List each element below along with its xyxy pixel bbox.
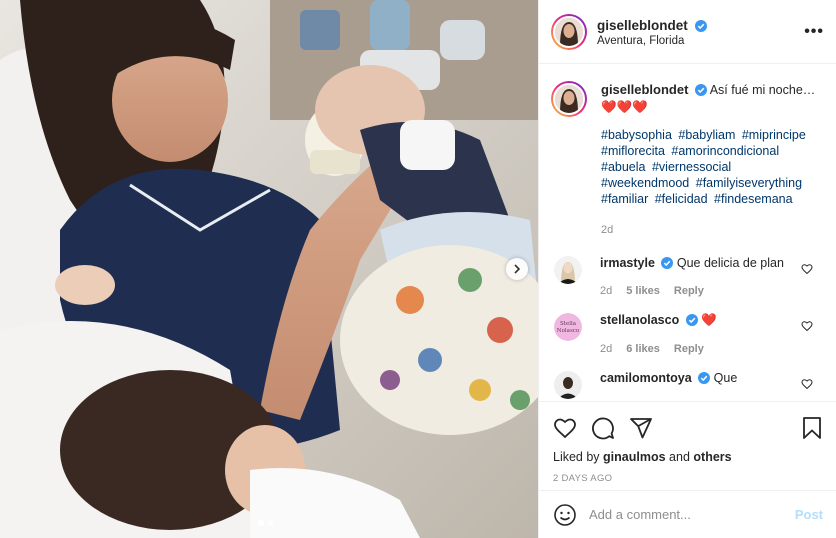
post-header: giselleblondet Aventura, Florida ••• bbox=[539, 0, 836, 64]
hashtag-link[interactable]: #abuela bbox=[601, 160, 646, 174]
post-photo[interactable] bbox=[0, 0, 538, 538]
verified-badge-icon bbox=[694, 19, 707, 32]
comment-likes[interactable]: 5 likes bbox=[626, 285, 660, 297]
heart-icon[interactable] bbox=[801, 378, 813, 390]
hashtag-link[interactable]: #weekendmood bbox=[601, 176, 689, 190]
post-image bbox=[0, 0, 538, 538]
post-comment-button[interactable]: Post bbox=[795, 507, 823, 522]
commenter-username[interactable]: irmastyle bbox=[600, 256, 655, 270]
verified-badge-icon bbox=[661, 257, 674, 269]
caption-avatar-image bbox=[555, 85, 583, 113]
commenter-avatar[interactable] bbox=[554, 256, 582, 284]
svg-text:Nolasco: Nolasco bbox=[557, 328, 580, 334]
hashtag-link[interactable]: #familyiseverything bbox=[696, 176, 802, 190]
hashtag-link[interactable]: #babysophia bbox=[601, 128, 672, 142]
comments-section[interactable]: giselleblondet Así fué mi noche… ❤️❤️❤️ … bbox=[539, 65, 836, 400]
hashtag-link[interactable]: #miprincipe bbox=[742, 128, 806, 142]
heart-icon[interactable] bbox=[553, 416, 577, 440]
hashtag-link[interactable]: #babyliam bbox=[678, 128, 735, 142]
post-actions: Liked by ginaulmos and others 2 DAYS AGO bbox=[539, 401, 836, 484]
liked-by-prefix: Liked by bbox=[553, 450, 600, 464]
hashtag-link[interactable]: #familiar bbox=[601, 192, 648, 206]
comment-item: Stella Nolasco stellanolasco ❤️ 2d 6 lik… bbox=[539, 313, 836, 355]
comment-text: Que bbox=[713, 371, 738, 385]
hashtag-link[interactable]: #viernessocial bbox=[652, 160, 731, 174]
comment-item: camilomontoya Que bbox=[539, 371, 836, 399]
author-avatar-image bbox=[555, 17, 583, 46]
caption-emoji: ❤️❤️❤️ bbox=[601, 100, 648, 114]
author-avatar[interactable] bbox=[551, 13, 587, 50]
comment-timestamp[interactable]: 2d bbox=[600, 285, 612, 297]
verified-badge-icon bbox=[685, 314, 698, 326]
likes-summary: Liked by ginaulmos and others bbox=[553, 450, 823, 464]
commenter-avatar[interactable]: Stella Nolasco bbox=[554, 313, 582, 341]
commenter-avatar-image bbox=[554, 256, 582, 284]
commenter-avatar-image: Stella Nolasco bbox=[554, 313, 582, 341]
post-timestamp[interactable]: 2 DAYS AGO bbox=[553, 473, 823, 484]
comment-composer: Post bbox=[539, 490, 836, 538]
avatar-logo-text: Stella bbox=[560, 321, 577, 327]
carousel-indicator bbox=[258, 520, 274, 526]
chevron-right-icon bbox=[514, 264, 521, 274]
share-icon[interactable] bbox=[629, 416, 653, 440]
emoji-icon[interactable] bbox=[553, 503, 577, 527]
hashtag-link[interactable]: #findesemana bbox=[714, 192, 793, 206]
caption-username[interactable]: giselleblondet bbox=[601, 82, 688, 97]
comment-icon[interactable] bbox=[591, 416, 615, 440]
post-caption: giselleblondet Así fué mi noche… ❤️❤️❤️ … bbox=[539, 65, 836, 239]
carousel-dot-active bbox=[258, 520, 264, 526]
carousel-dot bbox=[268, 520, 274, 526]
verified-badge-icon bbox=[694, 84, 707, 96]
comment-text: Que delicia de plan bbox=[676, 256, 784, 270]
hashtag-list: #babysophia #babyliam #miprincipe #miflo… bbox=[601, 127, 816, 207]
caption-text: Así fué mi noche… bbox=[709, 83, 816, 97]
caption-author-avatar[interactable] bbox=[551, 81, 587, 117]
hashtag-link[interactable]: #amorincondicional bbox=[671, 144, 779, 158]
caption-timestamp[interactable]: 2d bbox=[601, 222, 816, 239]
liked-by-others[interactable]: others bbox=[693, 450, 731, 464]
post-location[interactable]: Aventura, Florida bbox=[597, 35, 804, 47]
hashtag-link[interactable]: #felicidad bbox=[655, 192, 708, 206]
comment-text: ❤️ bbox=[701, 313, 717, 327]
comment-input[interactable] bbox=[589, 507, 795, 522]
commenter-avatar-image bbox=[554, 371, 582, 399]
carousel-next-button[interactable] bbox=[506, 258, 528, 280]
bookmark-icon[interactable] bbox=[801, 416, 823, 440]
more-options-icon[interactable]: ••• bbox=[804, 23, 824, 41]
liked-by-user[interactable]: ginaulmos bbox=[603, 450, 666, 464]
reply-button[interactable]: Reply bbox=[674, 343, 704, 355]
heart-icon[interactable] bbox=[801, 320, 813, 332]
comment-timestamp[interactable]: 2d bbox=[600, 343, 612, 355]
commenter-avatar[interactable] bbox=[554, 371, 582, 399]
heart-icon[interactable] bbox=[801, 263, 813, 275]
commenter-username[interactable]: stellanolasco bbox=[600, 313, 679, 327]
hashtag-link[interactable]: #miflorecita bbox=[601, 144, 665, 158]
comment-item: irmastyle Que delicia de plan 2d 5 likes… bbox=[539, 256, 836, 297]
liked-by-and: and bbox=[669, 450, 690, 464]
author-username[interactable]: giselleblondet bbox=[597, 18, 688, 33]
verified-badge-icon bbox=[698, 372, 711, 384]
reply-button[interactable]: Reply bbox=[674, 285, 704, 297]
comment-likes[interactable]: 6 likes bbox=[626, 343, 660, 355]
post-sidebar: giselleblondet Aventura, Florida ••• gis… bbox=[538, 0, 836, 538]
commenter-username[interactable]: camilomontoya bbox=[600, 371, 692, 385]
